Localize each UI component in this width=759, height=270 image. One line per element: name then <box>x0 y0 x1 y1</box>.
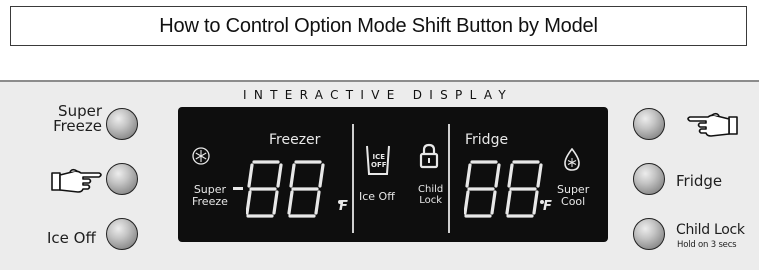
display-super-cool-line2: Cool <box>561 195 586 208</box>
display-super-freeze-label: Super Freeze <box>192 184 228 208</box>
ice-off-label: Ice Off <box>47 229 96 247</box>
display-ice-off-label: Ice Off <box>359 190 395 203</box>
display-child-lock-label: Child Lock <box>418 184 443 206</box>
super-freeze-button[interactable] <box>106 108 138 140</box>
display-child-lock-line2: Lock <box>419 195 443 206</box>
snowflake-icon <box>192 147 210 165</box>
ice-off-icon-line2: OFF <box>371 161 387 169</box>
ice-off-icon-text: ICE OFF <box>371 153 387 169</box>
freezer-title: Freezer <box>269 132 321 148</box>
child-lock-button-label: Child Lock <box>676 222 745 238</box>
page-title: How to Control Option Mode Shift Button … <box>159 14 598 37</box>
title-box: How to Control Option Mode Shift Button … <box>10 6 747 46</box>
option-mode-shift-button-right[interactable] <box>633 108 665 140</box>
child-lock-button[interactable] <box>633 218 665 250</box>
control-display: Freezer Super Freeze F ICE OFF Ice Off C… <box>178 107 608 242</box>
fridge-temperature-digits <box>464 160 543 218</box>
freezer-unit: F <box>339 199 348 214</box>
freezer-temperature-digits <box>246 160 325 218</box>
fridge-title: Fridge <box>465 132 509 148</box>
fridge-unit: F <box>543 199 552 214</box>
display-super-freeze-line2: Freeze <box>192 195 228 208</box>
interactive-display-header: INTERACTIVE DISPLAY <box>243 88 514 102</box>
droplet-icon <box>564 148 580 171</box>
display-divider-left <box>352 124 354 233</box>
minus-sign <box>233 187 243 190</box>
fridge-button[interactable] <box>633 163 665 195</box>
ice-off-icon-line1: ICE <box>372 153 386 161</box>
pointing-hand-icon <box>687 112 738 137</box>
super-freeze-label-line2: Freeze <box>53 117 102 135</box>
super-freeze-label: Super Freeze <box>46 104 102 134</box>
option-mode-shift-button[interactable] <box>106 163 138 195</box>
display-super-cool-label: Super Cool <box>557 184 589 208</box>
lock-icon <box>419 143 439 169</box>
ice-off-button[interactable] <box>106 218 138 250</box>
child-lock-hint: Hold on 3 secs <box>677 240 737 250</box>
fridge-button-label: Fridge <box>676 172 723 190</box>
display-child-lock-line1: Child <box>418 184 444 195</box>
display-divider-right <box>448 124 450 233</box>
pointing-hand-icon <box>51 168 102 193</box>
